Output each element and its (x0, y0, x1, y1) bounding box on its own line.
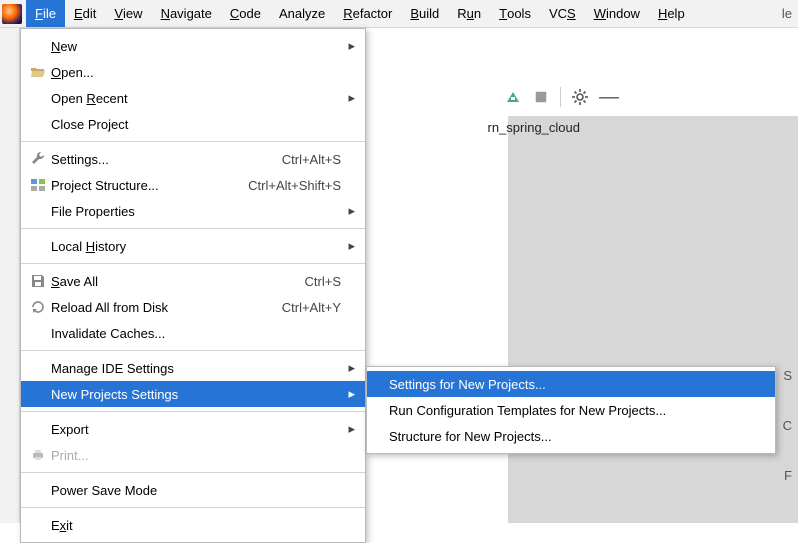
menu-item-settings[interactable]: Settings...Ctrl+Alt+S (21, 146, 365, 172)
reload-icon (27, 299, 49, 315)
menu-item-label: Export (49, 422, 341, 437)
menu-view[interactable]: View (105, 0, 151, 27)
menu-item-open-recent[interactable]: Open Recent▸ (21, 85, 365, 111)
menubar: FileEditViewNavigateCodeAnalyzeRefactorB… (0, 0, 798, 28)
menu-item-new-projects-settings[interactable]: New Projects Settings▸ (21, 381, 365, 407)
menu-item-label: Save All (49, 274, 305, 289)
menu-file[interactable]: File (26, 0, 65, 27)
stop-icon[interactable] (532, 88, 550, 106)
menu-tools[interactable]: Tools (490, 0, 540, 27)
submenu-arrow-icon: ▸ (341, 90, 355, 106)
submenu-item-settings-for-new-projects[interactable]: Settings for New Projects... (367, 371, 775, 397)
menu-item-print: Print... (21, 442, 365, 468)
menu-separator (21, 472, 365, 473)
menu-separator (21, 350, 365, 351)
menu-navigate[interactable]: Navigate (152, 0, 221, 27)
menu-separator (21, 411, 365, 412)
editor-background: S C F (370, 116, 798, 523)
menu-item-label: Close Project (49, 117, 341, 132)
right-hint: C (783, 418, 792, 433)
menu-shortcut: Ctrl+Alt+S (282, 152, 341, 167)
menu-item-label: Project Structure... (49, 178, 248, 193)
menu-item-close-project[interactable]: Close Project (21, 111, 365, 137)
menu-item-label: Reload All from Disk (49, 300, 282, 315)
menu-code[interactable]: Code (221, 0, 270, 27)
menu-item-file-properties[interactable]: File Properties▸ (21, 198, 365, 224)
build-icon[interactable] (504, 88, 522, 106)
right-hint: F (784, 468, 792, 483)
submenu-item-label: Run Configuration Templates for New Proj… (389, 403, 666, 418)
submenu-arrow-icon: ▸ (341, 38, 355, 54)
menu-item-exit[interactable]: Exit (21, 512, 365, 538)
submenu-arrow-icon: ▸ (341, 421, 355, 437)
menu-item-open[interactable]: Open... (21, 59, 365, 85)
menu-help[interactable]: Help (649, 0, 694, 27)
right-hint: S (783, 368, 792, 383)
menu-item-label: Invalidate Caches... (49, 326, 341, 341)
print-icon (27, 447, 49, 463)
save-icon (27, 273, 49, 289)
app-icon (2, 4, 22, 24)
menu-analyze[interactable]: Analyze (270, 0, 334, 27)
menu-item-project-structure[interactable]: Project Structure...Ctrl+Alt+Shift+S (21, 172, 365, 198)
menu-item-label: Open... (49, 65, 341, 80)
menu-item-local-history[interactable]: Local History▸ (21, 233, 365, 259)
submenu-item-label: Settings for New Projects... (389, 377, 546, 392)
project-structure-icon (27, 177, 49, 193)
menu-item-label: Power Save Mode (49, 483, 341, 498)
menu-item-export[interactable]: Export▸ (21, 416, 365, 442)
editor-area: S C F — rn_spring_cloud New▸Open...Open … (0, 28, 798, 523)
submenu-item-run-configuration-templates-for-new-projects[interactable]: Run Configuration Templates for New Proj… (367, 397, 775, 423)
menu-item-reload-all-from-disk[interactable]: Reload All from DiskCtrl+Alt+Y (21, 294, 365, 320)
toolbar-dash[interactable]: — (599, 86, 619, 109)
gear-icon[interactable] (571, 88, 589, 106)
menu-item-new[interactable]: New▸ (21, 33, 365, 59)
menu-refactor[interactable]: Refactor (334, 0, 401, 27)
menu-item-label: Manage IDE Settings (49, 361, 341, 376)
file-menu-dropdown: New▸Open...Open Recent▸Close ProjectSett… (20, 28, 366, 543)
menu-item-label: Print... (49, 448, 341, 463)
menu-shortcut: Ctrl+Alt+Shift+S (248, 178, 341, 193)
submenu-arrow-icon: ▸ (341, 386, 355, 402)
toolbar-divider (560, 87, 561, 107)
menu-separator (21, 263, 365, 264)
menu-item-save-all[interactable]: Save AllCtrl+S (21, 268, 365, 294)
submenu-arrow-icon: ▸ (341, 203, 355, 219)
submenu-item-label: Structure for New Projects... (389, 429, 552, 444)
menu-item-invalidate-caches[interactable]: Invalidate Caches... (21, 320, 365, 346)
menu-shortcut: Ctrl+Alt+Y (282, 300, 341, 315)
left-toolwindow-stripe[interactable] (0, 28, 20, 523)
menu-item-power-save-mode[interactable]: Power Save Mode (21, 477, 365, 503)
menu-separator (21, 228, 365, 229)
menu-item-label: New Projects Settings (49, 387, 341, 402)
submenu-arrow-icon: ▸ (341, 360, 355, 376)
menu-item-label: File Properties (49, 204, 341, 219)
submenu-arrow-icon: ▸ (341, 238, 355, 254)
menu-vcs[interactable]: VCS (540, 0, 585, 27)
menu-item-label: Settings... (49, 152, 282, 167)
menu-build[interactable]: Build (401, 0, 448, 27)
folder-open-icon (27, 64, 49, 80)
menu-item-label: New (49, 39, 341, 54)
menu-edit[interactable]: Edit (65, 0, 105, 27)
menu-item-manage-ide-settings[interactable]: Manage IDE Settings▸ (21, 355, 365, 381)
submenu-item-structure-for-new-projects[interactable]: Structure for New Projects... (367, 423, 775, 449)
menubar-overflow-text: le (694, 0, 798, 27)
right-panel: S C F (508, 116, 798, 523)
menu-run[interactable]: Run (448, 0, 490, 27)
menu-separator (21, 507, 365, 508)
menu-item-label: Exit (49, 518, 341, 533)
menu-shortcut: Ctrl+S (305, 274, 341, 289)
menu-separator (21, 141, 365, 142)
main-toolbar-fragment: — (498, 82, 798, 112)
menu-item-label: Open Recent (49, 91, 341, 106)
menu-item-label: Local History (49, 239, 341, 254)
new-projects-settings-submenu: Settings for New Projects... Run Configur… (366, 366, 776, 454)
wrench-icon (27, 151, 49, 167)
breadcrumb-fragment[interactable]: rn_spring_cloud (487, 120, 580, 135)
menu-window[interactable]: Window (585, 0, 649, 27)
